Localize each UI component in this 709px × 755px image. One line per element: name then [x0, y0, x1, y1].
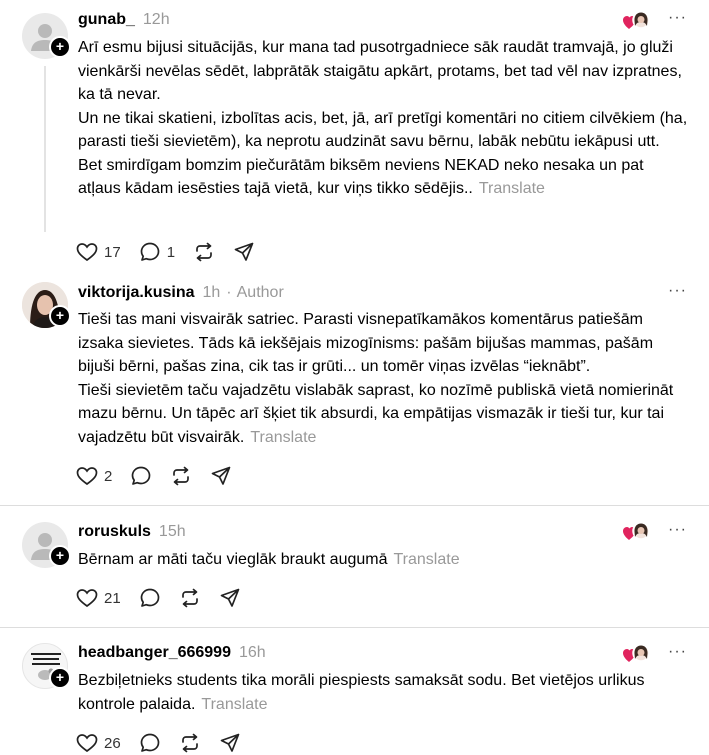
like-count: 21	[104, 589, 121, 607]
post-paragraph: Bezbiļetnieks students tika morāli piesp…	[78, 672, 645, 713]
like-button[interactable]: 21	[76, 588, 121, 608]
heart-icon	[76, 243, 98, 262]
heart-icon	[76, 734, 98, 753]
post-header: gunab_ 12h	[78, 10, 170, 30]
more-options-button[interactable]: ···	[668, 521, 687, 539]
repost-icon	[181, 588, 198, 608]
username[interactable]: roruskuls	[78, 523, 151, 540]
like-button[interactable]: 26	[76, 733, 121, 753]
action-bar: 21	[76, 586, 259, 610]
translate-link[interactable]: Translate	[201, 696, 267, 713]
like-button[interactable]: 17	[76, 242, 121, 262]
more-options-button[interactable]: ···	[668, 643, 687, 661]
divider	[0, 505, 709, 506]
post-body: Arī esmu bijusi situācijās, kur mana tad…	[78, 36, 690, 201]
action-bar: 2	[76, 464, 250, 488]
share-icon	[211, 466, 231, 485]
repost-button[interactable]	[170, 465, 192, 487]
share-button[interactable]	[210, 465, 232, 487]
post-header: roruskuls 15h	[78, 522, 186, 542]
share-button[interactable]	[233, 241, 255, 263]
thread-line	[44, 66, 46, 232]
repost-icon	[196, 242, 212, 262]
action-bar: 17 1	[76, 240, 273, 264]
reply-button[interactable]	[130, 465, 152, 487]
like-count: 26	[104, 734, 121, 752]
reply-count: 1	[166, 243, 176, 261]
timestamp[interactable]: 12h	[143, 11, 170, 28]
timestamp[interactable]: 16h	[239, 644, 266, 661]
repost-button[interactable]	[193, 241, 215, 263]
post-body: Bērnam ar māti taču vieglāk braukt augum…	[78, 548, 690, 572]
username[interactable]: headbanger_666999	[78, 644, 231, 661]
post-header: viktorija.kusina 1h · Author	[78, 284, 284, 301]
like-count: 17	[104, 243, 121, 261]
timestamp[interactable]: 1h	[203, 284, 221, 301]
more-options-button[interactable]: ···	[668, 282, 687, 300]
heart-icon	[76, 467, 98, 486]
like-count: 2	[104, 467, 113, 485]
liked-by-author-icon	[622, 10, 650, 32]
username[interactable]: viktorija.kusina	[78, 284, 195, 301]
more-options-button[interactable]: ···	[668, 9, 687, 27]
comment-icon	[131, 466, 151, 485]
liked-by-author-icon	[622, 521, 650, 543]
post-paragraph: Arī esmu bijusi situācijās, kur mana tad…	[78, 39, 682, 103]
like-button[interactable]: 2	[76, 466, 112, 486]
post-paragraph: Un ne tikai skatieni, izbolītas acis, be…	[78, 109, 688, 151]
share-icon	[220, 588, 240, 607]
post-paragraph: Tieši tas mani visvairāk satriec. Parast…	[78, 311, 654, 375]
follow-plus-button[interactable]: +	[49, 36, 71, 58]
translate-link[interactable]: Translate	[250, 429, 316, 446]
reply-button[interactable]: 1	[139, 241, 175, 263]
post-header: headbanger_666999 16h	[78, 643, 266, 663]
comment-icon	[140, 242, 160, 261]
author-tag: Author	[236, 284, 284, 301]
follow-plus-button[interactable]: +	[49, 667, 71, 689]
follow-plus-button[interactable]: +	[49, 545, 71, 567]
post-body: Tieši tas mani visvairāk satriec. Parast…	[78, 308, 690, 449]
repost-button[interactable]	[179, 587, 201, 609]
timestamp[interactable]: 15h	[159, 523, 186, 540]
heart-icon	[76, 589, 98, 608]
divider	[0, 627, 709, 628]
liked-by-author-icon	[622, 643, 650, 665]
post-paragraph: Bērnam ar māti taču vieglāk braukt augum…	[78, 551, 460, 568]
share-icon	[234, 242, 254, 261]
action-bar: 26	[76, 731, 259, 755]
username[interactable]: gunab_	[78, 11, 135, 28]
post-body: Bezbiļetnieks students tika morāli piesp…	[78, 669, 690, 716]
reply-button[interactable]	[139, 587, 161, 609]
post-paragraph: Bet smirdīgam bomzim piečurātām biksēm n…	[78, 156, 644, 198]
repost-icon	[173, 466, 190, 486]
comment-icon	[140, 588, 160, 607]
post-paragraph: Tieši sievietēm taču vajadzētu vislabāk …	[78, 381, 674, 446]
share-button[interactable]	[219, 587, 241, 609]
follow-plus-button[interactable]: +	[49, 305, 71, 327]
translate-link[interactable]: Translate	[479, 180, 545, 197]
translate-link[interactable]: Translate	[393, 551, 459, 568]
